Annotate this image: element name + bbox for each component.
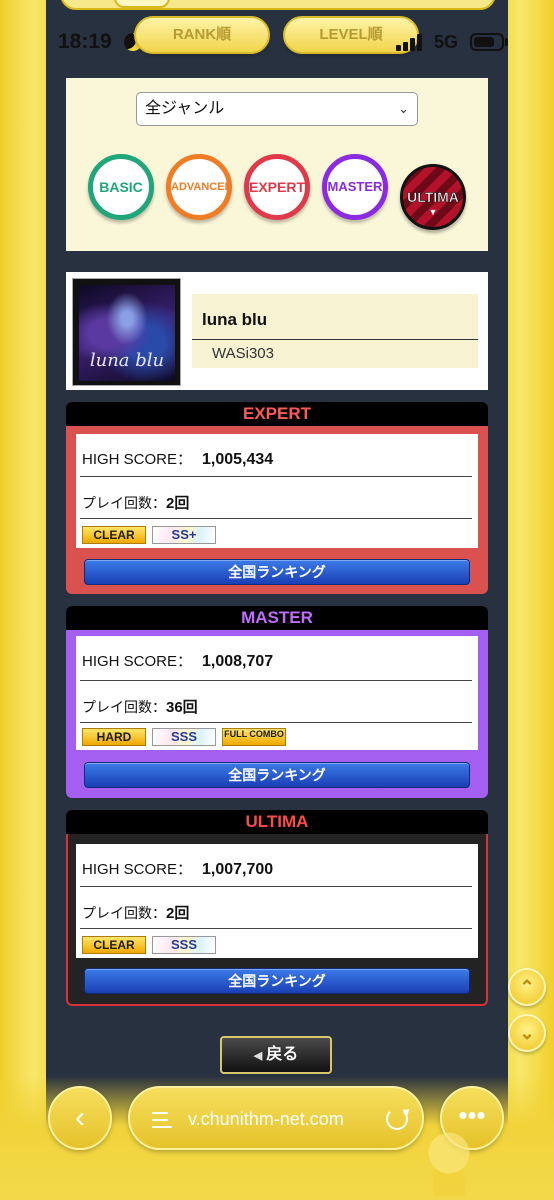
- top-menu-handle[interactable]: [114, 0, 170, 8]
- high-score-value: 1,005,434: [202, 451, 274, 468]
- divider: [80, 680, 472, 681]
- clear-lamp-badge: CLEAR: [82, 936, 146, 954]
- status-bar: 18:19 RANK順 LEVEL順 5G: [0, 0, 554, 84]
- genre-select[interactable]: 全ジャンル ⌄: [136, 92, 418, 126]
- result-title-expert: EXPERT: [66, 402, 488, 426]
- divider: [80, 928, 472, 929]
- result-title-master: MASTER: [66, 606, 488, 630]
- difficulty-basic-button[interactable]: BASIC: [88, 154, 154, 220]
- difficulty-master-button[interactable]: MASTER: [322, 154, 388, 220]
- url-text: v.chunithm-net.com: [188, 1109, 344, 1129]
- song-jacket: luna blu: [72, 278, 181, 386]
- scroll-top-button[interactable]: ⌃: [508, 968, 546, 1006]
- status-time: 18:19: [58, 30, 112, 53]
- divider: [80, 886, 472, 887]
- high-score-value: 1,007,700: [202, 861, 274, 878]
- high-score-line: HIGH SCORE： 1,008,707: [82, 650, 273, 671]
- song-title: luna blu: [202, 310, 268, 329]
- mascot-character-icon: [424, 1130, 474, 1196]
- play-count-label: プレイ回数：: [82, 905, 166, 921]
- song-info: luna blu WASi303: [192, 294, 478, 368]
- signal-icon: [396, 33, 426, 51]
- genre-select-value: 全ジャンル: [145, 100, 225, 117]
- back-button[interactable]: ◀ 戻る: [220, 1036, 332, 1074]
- full-combo-badge: FULL COMBO: [222, 728, 286, 746]
- chevron-left-icon: ‹: [75, 1101, 85, 1134]
- national-ranking-button-master[interactable]: 全国ランキング: [84, 762, 470, 788]
- divider: [80, 476, 472, 477]
- play-count-line: プレイ回数：2回: [82, 902, 189, 923]
- battery-tip: [505, 38, 508, 46]
- chevron-down-icon: ⌄: [398, 101, 409, 116]
- high-score-label: HIGH SCORE：: [82, 653, 193, 670]
- rank-badge: SSS: [152, 728, 216, 746]
- play-count-label: プレイ回数：: [82, 699, 166, 715]
- high-score-label: HIGH SCORE：: [82, 451, 193, 468]
- reload-icon[interactable]: [386, 1108, 408, 1130]
- jacket-title: luna blu: [89, 350, 165, 371]
- difficulty-expert-button[interactable]: EXPERT: [244, 154, 310, 220]
- clear-lamp-badge: CLEAR: [82, 526, 146, 544]
- battery-icon: [470, 33, 504, 51]
- play-count-label: プレイ回数：: [82, 495, 166, 511]
- play-count-line: プレイ回数：2回: [82, 492, 189, 513]
- divider: [80, 518, 472, 519]
- result-panel-ultima: ULTIMA HIGH SCORE： 1,007,700 プレイ回数：2回 CLE…: [66, 810, 488, 1006]
- page-menu-icon[interactable]: [152, 1110, 172, 1130]
- play-count-value: 36回: [166, 699, 198, 716]
- network-label: 5G: [434, 32, 459, 52]
- play-count-value: 2回: [166, 905, 190, 922]
- result-body-expert: HIGH SCORE： 1,005,434 プレイ回数：2回 CLEAR SS+: [76, 434, 478, 548]
- result-body-master: HIGH SCORE： 1,008,707 プレイ回数：36回 HARD SSS …: [76, 636, 478, 750]
- song-artist: WASi303: [212, 345, 274, 362]
- result-body-ultima: HIGH SCORE： 1,007,700 プレイ回数：2回 CLEAR SSS: [76, 844, 478, 958]
- url-bar[interactable]: v.chunithm-net.com: [128, 1086, 424, 1150]
- triangle-down-icon: ▼: [428, 207, 438, 217]
- national-ranking-button-ultima[interactable]: 全国ランキング: [84, 968, 470, 994]
- song-card: luna blu luna blu WASi303: [66, 272, 488, 390]
- hard-lamp-badge: HARD: [82, 728, 146, 746]
- rank-badge: SS+: [152, 526, 216, 544]
- jacket-artwork: luna blu: [79, 285, 175, 381]
- high-score-label: HIGH SCORE：: [82, 861, 193, 878]
- result-panel-master: MASTER HIGH SCORE： 1,008,707 プレイ回数：36回 HA…: [66, 606, 488, 798]
- back-button-label: 戻る: [266, 1046, 299, 1063]
- more-dots-icon: •••: [458, 1100, 486, 1130]
- triangle-left-icon: ◀: [253, 1050, 263, 1062]
- divider: [192, 339, 478, 340]
- scroll-bottom-button[interactable]: ⌄: [508, 1014, 546, 1052]
- difficulty-ultima-button[interactable]: ULTIMA ▼: [400, 164, 466, 230]
- high-score-value: 1,008,707: [202, 653, 274, 670]
- filter-card: 全ジャンル ⌄ BASIC ADVANCED EXPERT MASTER ULT…: [66, 78, 488, 251]
- high-score-line: HIGH SCORE： 1,007,700: [82, 858, 273, 879]
- browser-back-button[interactable]: ‹: [48, 1086, 112, 1150]
- result-title-ultima: ULTIMA: [66, 810, 488, 834]
- difficulty-advanced-button[interactable]: ADVANCED: [166, 154, 233, 220]
- double-chevron-up-icon: ⌃: [519, 977, 535, 997]
- result-panel-expert: EXPERT HIGH SCORE： 1,005,434 プレイ回数：2回 CLE…: [66, 402, 488, 594]
- high-score-line: HIGH SCORE： 1,005,434: [82, 448, 273, 469]
- divider: [80, 722, 472, 723]
- double-chevron-down-icon: ⌄: [519, 1023, 535, 1043]
- play-count-value: 2回: [166, 495, 190, 512]
- play-count-line: プレイ回数：36回: [82, 696, 198, 717]
- rank-badge: SSS: [152, 936, 216, 954]
- tab-rank-order[interactable]: RANK順: [134, 16, 270, 54]
- difficulty-ultima-label: ULTIMA: [407, 189, 459, 206]
- national-ranking-button-expert[interactable]: 全国ランキング: [84, 559, 470, 585]
